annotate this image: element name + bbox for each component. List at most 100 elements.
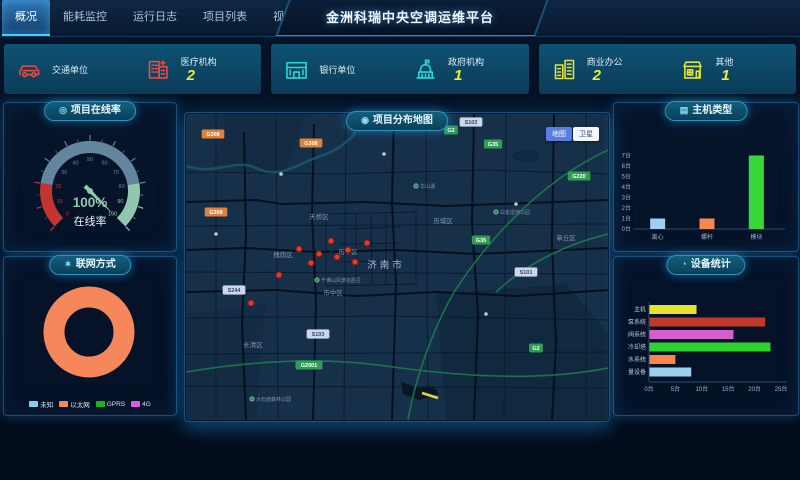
stat-value: 1 xyxy=(715,68,733,83)
legend-GPRS[interactable]: GPRS xyxy=(96,399,125,409)
stat-card-1: 银行单位政府机构1 xyxy=(271,44,528,94)
svg-text:G308: G308 xyxy=(206,132,219,138)
legend-label: 以太网 xyxy=(70,399,90,409)
project-map-svg[interactable]: 历下区天桥区市中区槐荫区历城区长清区章丘区济南市千佛山风景名胜区大石崮森林公园白… xyxy=(186,114,608,420)
legend-swatch xyxy=(131,401,140,407)
stat-shop: 其他1 xyxy=(667,55,796,83)
project-marker[interactable] xyxy=(352,259,358,265)
project-marker[interactable] xyxy=(334,254,340,260)
bar-模块[interactable] xyxy=(749,156,764,230)
svg-text:量设备: 量设备 xyxy=(628,368,646,376)
stat-card-0: 交通单位医疗机构2 xyxy=(4,44,261,94)
online-rate-body: 0102030405060708090100100%在线率 xyxy=(4,121,176,250)
bar-离心[interactable] xyxy=(650,219,665,230)
svg-text:S244: S244 xyxy=(228,288,242,294)
bar-阀系统[interactable] xyxy=(649,330,733,339)
bar-主机[interactable] xyxy=(649,305,697,314)
antenna-icon: ✶ xyxy=(64,259,72,269)
nav-tab-0[interactable]: 概况 xyxy=(2,0,50,36)
panel-online-rate-header: ◎ 项目在线率 xyxy=(44,101,136,121)
nav-tab-1[interactable]: 能耗监控 xyxy=(50,0,120,34)
compass-icon: ◔ xyxy=(681,259,686,269)
bar-螺杆[interactable] xyxy=(700,219,715,230)
svg-text:6台: 6台 xyxy=(622,162,631,170)
svg-text:60: 60 xyxy=(101,160,107,166)
svg-text:25台: 25台 xyxy=(775,385,788,393)
project-marker[interactable] xyxy=(328,238,334,244)
road-badge: S102 xyxy=(460,118,483,127)
svg-text:20台: 20台 xyxy=(748,385,761,393)
bar-泵系统[interactable] xyxy=(649,318,765,327)
park-poi-icon xyxy=(315,278,319,282)
legend-label: GPRS xyxy=(107,401,125,408)
svg-text:水系统: 水系统 xyxy=(628,356,646,364)
svg-text:50: 50 xyxy=(87,157,93,163)
device-stats-chart: 主机泵系统阀系统冷却塔水系统量设备0台5台10台15台20台25台 xyxy=(615,299,797,411)
project-marker[interactable] xyxy=(316,251,322,257)
legend-label: 未知 xyxy=(40,399,53,409)
project-marker[interactable] xyxy=(248,300,254,306)
stat-bank: 银行单位 xyxy=(271,56,400,83)
nav-tab-3[interactable]: 项目列表 xyxy=(190,0,260,34)
svg-text:7台: 7台 xyxy=(622,152,631,160)
panel-title: 项目在线率 xyxy=(71,105,121,116)
road-badge: S101 xyxy=(515,268,538,277)
link-icon: ◎ xyxy=(59,105,67,115)
project-marker[interactable] xyxy=(364,240,370,246)
svg-text:主机: 主机 xyxy=(634,306,646,314)
svg-text:S103: S103 xyxy=(312,332,325,338)
svg-text:模块: 模块 xyxy=(750,233,762,241)
map-mode-map[interactable]: 地图 xyxy=(546,127,572,141)
network-type-body xyxy=(4,277,176,394)
map-canvas[interactable]: 历下区天桥区市中区槐荫区历城区长清区章丘区济南市千佛山风景名胜区大石崮森林公园白… xyxy=(186,114,608,420)
panel-network-type: ✶联网方式 未知 以太网 GPRS 4G xyxy=(3,256,177,416)
poi-dot xyxy=(382,152,386,156)
park-poi-icon xyxy=(250,397,254,401)
poi-label: 千佛山风景名胜区 xyxy=(321,277,361,284)
map-mode-satellite[interactable]: 卫星 xyxy=(573,127,599,141)
gauge-detail: 100% xyxy=(73,195,108,210)
poi-label: 白泉湿地公园 xyxy=(500,209,530,216)
legend-label: 4G xyxy=(142,401,151,408)
project-marker[interactable] xyxy=(296,246,302,252)
road-badge: G35 xyxy=(484,140,502,149)
network-donut xyxy=(5,277,175,389)
poi-label: 华山湖 xyxy=(420,183,435,190)
svg-text:0台: 0台 xyxy=(644,385,653,393)
legend-4G[interactable]: 4G xyxy=(131,399,151,409)
svg-text:5台: 5台 xyxy=(671,385,680,393)
road-badge: G2001 xyxy=(296,361,323,370)
office-icon xyxy=(551,56,578,83)
svg-text:40: 40 xyxy=(72,160,78,166)
svg-text:90: 90 xyxy=(117,199,123,205)
svg-text:3台: 3台 xyxy=(622,194,631,202)
bar-量设备[interactable] xyxy=(649,368,691,377)
stat-card-2: 商业办公2其他1 xyxy=(539,44,796,94)
svg-text:G220: G220 xyxy=(572,174,585,180)
panel-network-type-header: ✶联网方式 xyxy=(49,255,131,275)
road-badge: G309 xyxy=(205,208,228,217)
legend-未知[interactable]: 未知 xyxy=(29,399,53,409)
legend-swatch xyxy=(59,401,68,407)
location-icon: ◉ xyxy=(361,115,369,125)
panel-title: 设备统计 xyxy=(691,259,731,270)
svg-text:0台: 0台 xyxy=(622,225,631,233)
road-badge: G220 xyxy=(568,172,591,181)
project-marker[interactable] xyxy=(345,247,351,253)
project-marker[interactable] xyxy=(308,260,314,266)
legend-swatch xyxy=(96,401,105,407)
svg-text:5台: 5台 xyxy=(622,173,631,181)
map-layer-toggle: 地图卫星 xyxy=(545,127,599,141)
panel-project-map-header: ◉项目分布地图 xyxy=(346,111,448,131)
svg-text:泵系统: 泵系统 xyxy=(628,318,646,326)
svg-text:阀系统: 阀系统 xyxy=(628,331,646,339)
bar-水系统[interactable] xyxy=(649,355,675,364)
project-marker[interactable] xyxy=(276,272,282,278)
road-badge: G308 xyxy=(300,139,323,148)
svg-text:1台: 1台 xyxy=(622,215,631,223)
city-label: 济南市 xyxy=(367,259,405,271)
legend-以太网[interactable]: 以太网 xyxy=(59,399,90,409)
nav-tab-2[interactable]: 运行日志 xyxy=(120,0,190,34)
bar-冷却塔[interactable] xyxy=(649,343,770,352)
park-poi-icon xyxy=(414,184,418,188)
